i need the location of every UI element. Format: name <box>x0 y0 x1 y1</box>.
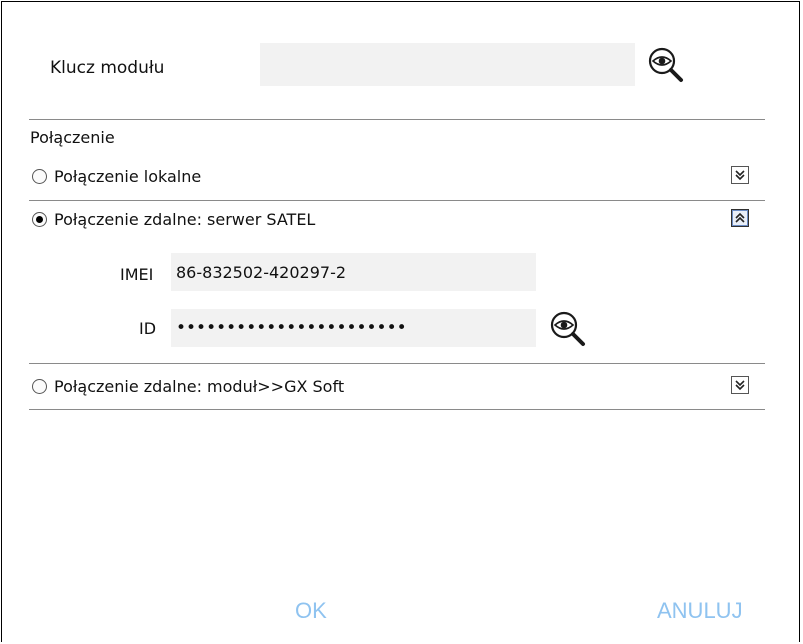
imei-label: IMEI <box>120 265 154 284</box>
id-field[interactable]: ••••••••••••••••••••••• <box>171 309 536 347</box>
cancel-button[interactable]: ANULUJ <box>657 598 743 624</box>
radio-label: Połączenie zdalne: moduł>>GX Soft <box>54 376 345 396</box>
radio-button[interactable] <box>32 168 47 184</box>
divider <box>29 200 765 201</box>
chevron-double-down-icon <box>735 170 745 181</box>
eye-magnifier-icon[interactable] <box>644 42 688 86</box>
divider <box>29 119 765 120</box>
divider <box>29 363 765 364</box>
expand-local-button[interactable] <box>731 166 749 184</box>
radio-satel-server-connection[interactable]: Połączenie zdalne: serwer SATEL <box>32 208 315 230</box>
chevron-double-up-icon <box>735 212 745 223</box>
radio-label: Połączenie lokalne <box>54 166 202 186</box>
connection-section-title: Połączenie <box>30 128 115 147</box>
eye-magnifier-icon[interactable] <box>546 306 590 350</box>
expand-gx-soft-button[interactable] <box>731 376 749 394</box>
ok-button[interactable]: OK <box>295 598 327 624</box>
radio-button[interactable] <box>32 211 47 227</box>
radio-button[interactable] <box>32 378 47 394</box>
module-key-input[interactable] <box>260 43 635 86</box>
module-key-label: Klucz modułu <box>50 58 165 78</box>
radio-gx-soft-connection[interactable]: Połączenie zdalne: moduł>>GX Soft <box>32 375 344 397</box>
divider <box>29 409 765 410</box>
imei-field[interactable]: 86-832502-420297-2 <box>171 253 536 291</box>
chevron-double-down-icon <box>735 380 745 391</box>
connection-dialog: Klucz modułu Połączenie Połączenie lokal… <box>1 1 800 642</box>
radio-label: Połączenie zdalne: serwer SATEL <box>54 209 316 229</box>
id-label: ID <box>139 319 157 338</box>
radio-local-connection[interactable]: Połączenie lokalne <box>32 165 201 187</box>
collapse-satel-button[interactable] <box>731 209 749 227</box>
